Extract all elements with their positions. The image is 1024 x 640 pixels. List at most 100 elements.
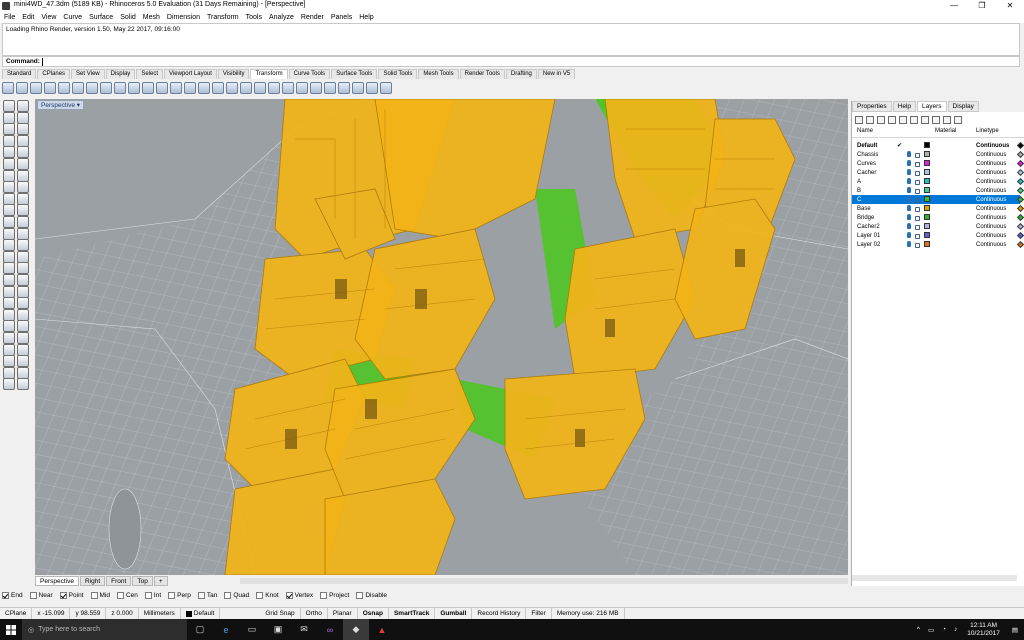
toolbar-tab-viewport-layout[interactable]: Viewport Layout (164, 69, 217, 79)
print-color-icon[interactable] (1016, 177, 1024, 186)
boolean-icon[interactable] (17, 204, 29, 217)
perspective-viewport[interactable]: Perspective ▾ (35, 99, 848, 575)
view-icon[interactable] (3, 378, 15, 391)
layer-color-swatch[interactable] (924, 142, 930, 148)
surface-icon[interactable] (3, 169, 15, 182)
task-view-icon[interactable]: ▢ (187, 619, 213, 640)
rhino-taskbar-icon[interactable]: ◆ (343, 619, 369, 640)
visibility-bulb-icon[interactable] (907, 232, 911, 238)
mail-icon[interactable]: ✉ (291, 619, 317, 640)
print-color-icon[interactable] (1016, 240, 1024, 249)
visibility-bulb-icon[interactable] (907, 241, 911, 247)
notifications-icon[interactable]: ▤ (1012, 626, 1018, 634)
menu-tools[interactable]: Tools (246, 14, 262, 21)
lock-icon[interactable] (915, 189, 920, 194)
text-icon[interactable] (17, 216, 29, 228)
lock-icon[interactable] (915, 207, 920, 212)
ungroup-icon[interactable] (338, 82, 350, 94)
move-down-icon[interactable] (899, 116, 907, 124)
visual-studio-icon[interactable]: ∞ (317, 619, 343, 640)
join-icon[interactable] (3, 250, 15, 263)
grid-icon[interactable] (3, 366, 15, 379)
osnap-checkbox[interactable] (59, 592, 67, 599)
visibility-bulb-icon[interactable] (907, 196, 911, 202)
battery-icon[interactable]: ▭ (928, 626, 934, 634)
print-color-icon[interactable] (1016, 150, 1024, 159)
visibility-bulb-icon[interactable] (907, 205, 911, 211)
new-sublayer-icon[interactable] (866, 116, 874, 124)
explode-icon[interactable] (282, 82, 294, 94)
lock-icon[interactable] (915, 171, 920, 176)
store-icon[interactable]: ▣ (265, 619, 291, 640)
free-curve-icon[interactable] (17, 146, 29, 159)
smarttrack-toggle[interactable]: SmartTrack (389, 608, 436, 619)
layer-linetype[interactable]: Continuous (976, 152, 1006, 158)
osnap-checkbox[interactable] (90, 592, 98, 599)
array-polar-icon[interactable] (114, 82, 126, 94)
panel-tab-help[interactable]: Help (892, 101, 916, 112)
close-button[interactable]: ✕ (996, 0, 1024, 12)
twist-icon[interactable] (142, 82, 154, 94)
lock-icon[interactable] (915, 162, 920, 167)
panel-tab-display[interactable]: Display (947, 101, 979, 112)
planar-toggle[interactable]: Planar (328, 608, 358, 619)
layer-row-base[interactable]: Base Continuous (852, 204, 1024, 213)
smash-icon[interactable] (226, 82, 238, 94)
circle-icon[interactable] (3, 123, 15, 136)
view-tab-top[interactable]: Top (132, 576, 153, 586)
osnap-checkbox[interactable] (256, 592, 264, 599)
toolbar-tab-visibility[interactable]: Visibility (217, 69, 250, 79)
lock-icon[interactable] (915, 234, 920, 239)
layer-linetype[interactable]: Continuous (976, 188, 1006, 194)
toolbar-tab-cplanes[interactable]: CPlanes (37, 69, 71, 79)
explode-icon[interactable] (17, 250, 29, 263)
layer-row-cacher[interactable]: Cacher Continuous (852, 168, 1024, 177)
sweep-icon[interactable] (17, 181, 29, 194)
toolbar-tab-select[interactable]: Select (136, 69, 163, 79)
menu-file[interactable]: File (4, 14, 15, 21)
toolbar-tab-solid-tools[interactable]: Solid Tools (378, 69, 418, 79)
menu-curve[interactable]: Curve (63, 14, 82, 21)
osnap-project[interactable]: Project (320, 592, 349, 599)
visibility-bulb-icon[interactable] (907, 151, 911, 157)
osnap-disable[interactable]: Disable (356, 592, 387, 599)
record-history-toggle[interactable]: Record History (472, 608, 527, 619)
file-explorer-icon[interactable]: ▭ (239, 619, 265, 640)
move-to-parent-icon[interactable] (910, 116, 918, 124)
move-ui-icon[interactable] (380, 82, 392, 94)
layer-row-cacher2[interactable]: Cacher2 Continuous (852, 222, 1024, 231)
menu-render[interactable]: Render (301, 14, 324, 21)
orient-icon[interactable] (86, 82, 98, 94)
taper-icon[interactable] (170, 82, 182, 94)
layer-color-swatch[interactable] (924, 232, 930, 238)
osnap-checkbox[interactable] (197, 592, 205, 599)
viewport-title[interactable]: Perspective ▾ (37, 100, 85, 110)
layer-row-layer-02[interactable]: Layer 02 Continuous (852, 240, 1024, 249)
layer-linetype[interactable]: Continuous (976, 233, 1006, 239)
layer-icon[interactable] (3, 332, 15, 344)
toolbar-tab-standard[interactable]: Standard (2, 69, 37, 79)
print-color-icon[interactable] (1016, 231, 1024, 240)
toolbar-tab-surface-tools[interactable]: Surface Tools (331, 69, 378, 79)
layer-color-swatch[interactable] (924, 196, 930, 202)
osnap-cen[interactable]: Cen (116, 592, 138, 599)
point-icon[interactable] (17, 100, 29, 112)
toolbar-tab-new-in-v5[interactable]: New in V5 (537, 69, 576, 79)
help-icon[interactable] (954, 116, 962, 124)
group-icon[interactable] (324, 82, 336, 94)
command-line[interactable]: Command: (2, 56, 1020, 67)
rectangle-icon[interactable] (17, 134, 29, 147)
mirror-icon[interactable] (72, 82, 84, 94)
toolbar-tab-curve-tools[interactable]: Curve Tools (288, 69, 331, 79)
current-layer-check-icon[interactable]: ✔ (897, 142, 902, 149)
print-color-icon[interactable] (1016, 168, 1024, 177)
snap-icon[interactable] (17, 343, 29, 356)
rotate-icon[interactable] (17, 297, 29, 310)
toolbar-tab-render-tools[interactable]: Render Tools (459, 69, 505, 79)
osnap-checkbox[interactable] (285, 592, 293, 599)
layer-linetype[interactable]: Continuous (976, 242, 1006, 248)
toolbar-tab-set-view[interactable]: Set View (71, 69, 105, 79)
extrude-icon[interactable] (17, 169, 29, 182)
menu-transform[interactable]: Transform (207, 14, 239, 21)
osnap-checkbox[interactable] (29, 592, 37, 599)
